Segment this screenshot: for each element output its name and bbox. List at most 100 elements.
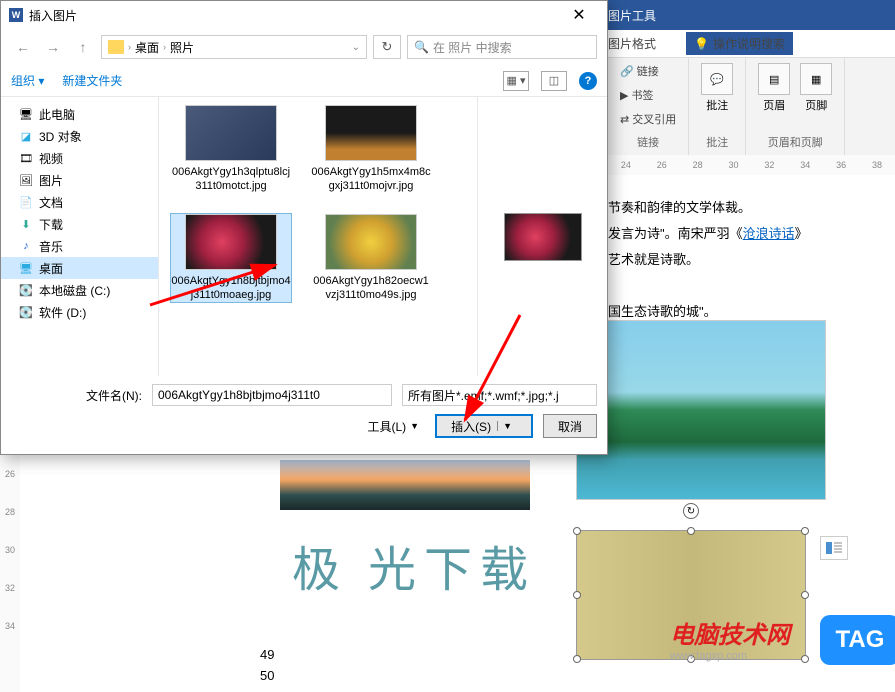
- chevron-right-icon: ›: [163, 42, 166, 52]
- file-item[interactable]: 006AkgtYgy1h3qlptu8lcj311t0motct.jpg: [171, 105, 291, 194]
- navigation-tree: 🖥此电脑 ◪3D 对象 🎞视频 🖼图片 📄文档 ⬇下载 ♪音乐 🖥桌面 💽本地磁…: [1, 97, 159, 376]
- view-mode-button[interactable]: ▦ ▾: [503, 71, 529, 91]
- ribbon-context-tab: 图片工具: [608, 7, 656, 24]
- tools-button[interactable]: 工具(L) ▼: [361, 415, 425, 437]
- tab-picture-format[interactable]: 图片格式: [608, 35, 656, 52]
- comments-group: 💬 批注 批注: [689, 58, 746, 155]
- page-number: 50: [260, 666, 274, 687]
- hyperlink[interactable]: 沧浪诗话: [743, 226, 795, 241]
- header-icon: ▤: [758, 63, 790, 95]
- tree-item-documents[interactable]: 📄文档: [1, 191, 158, 213]
- tree-item-videos[interactable]: 🎞视频: [1, 147, 158, 169]
- filetype-select[interactable]: 所有图片*.emf;*.wmf;*.jpg;*.j: [402, 384, 597, 406]
- filename-input[interactable]: [152, 384, 392, 406]
- tree-item-drive-d[interactable]: 💽软件 (D:): [1, 301, 158, 323]
- resize-handle-ne[interactable]: [801, 527, 809, 535]
- tree-item-3d[interactable]: ◪3D 对象: [1, 125, 158, 147]
- resize-handle-w[interactable]: [573, 591, 581, 599]
- layout-options-button[interactable]: [820, 536, 848, 560]
- drive-icon: 💽: [19, 305, 33, 319]
- footer-icon: ▦: [800, 63, 832, 95]
- cube-icon: ◪: [19, 129, 33, 143]
- page-number: 49: [260, 645, 274, 666]
- search-placeholder: 在 照片 中搜索: [433, 39, 512, 56]
- footer-button[interactable]: ▦ 页脚: [800, 63, 832, 113]
- tree-item-this-pc[interactable]: 🖥此电脑: [1, 103, 158, 125]
- new-folder-button[interactable]: 新建文件夹: [62, 72, 122, 89]
- tree-item-desktop[interactable]: 🖥桌面: [1, 257, 158, 279]
- lightbulb-icon: 💡: [694, 37, 709, 51]
- tag-badge: TAG: [820, 615, 895, 665]
- link-icon: 🔗: [620, 65, 634, 78]
- file-name: 006AkgtYgy1h5mx4m8cgxj311t0mojvr.jpg: [311, 165, 431, 194]
- document-image-lake[interactable]: [576, 320, 826, 500]
- chevron-down-icon[interactable]: ▼: [497, 421, 517, 431]
- word-icon: W: [9, 8, 23, 22]
- link-button[interactable]: 🔗链接: [620, 63, 659, 79]
- brand-watermark: 电脑技术网: [670, 615, 790, 650]
- organize-button[interactable]: 组织 ▾: [11, 72, 44, 89]
- text-line: 节奏和韵律的文学体裁。: [608, 195, 808, 221]
- breadcrumb-item[interactable]: 照片: [170, 39, 194, 56]
- insert-picture-dialog: W 插入图片 ✕ ← → ↑ › 桌面 › 照片 ⌄ ↻ 🔍 在 照片 中搜索 …: [0, 0, 608, 455]
- file-thumbnail: [325, 214, 417, 270]
- hf-group-label: 页眉和页脚: [768, 134, 823, 150]
- dialog-body: 🖥此电脑 ◪3D 对象 🎞视频 🖼图片 📄文档 ⬇下载 ♪音乐 🖥桌面 💽本地磁…: [1, 97, 607, 376]
- picture-icon: 🖼: [19, 173, 33, 187]
- tree-item-pictures[interactable]: 🖼图片: [1, 169, 158, 191]
- preview-pane: [477, 97, 607, 376]
- file-list[interactable]: 006AkgtYgy1h3qlptu8lcj311t0motct.jpg 006…: [159, 97, 477, 376]
- preview-toggle-button[interactable]: ◫: [541, 71, 567, 91]
- tree-item-drive-c[interactable]: 💽本地磁盘 (C:): [1, 279, 158, 301]
- dialog-title: 插入图片: [29, 7, 77, 24]
- download-icon: ⬇: [19, 217, 33, 231]
- brand-url: www.tagxp.com: [670, 650, 747, 662]
- search-input[interactable]: 🔍 在 照片 中搜索: [407, 35, 597, 59]
- resize-handle-nw[interactable]: [573, 527, 581, 535]
- tell-me-search[interactable]: 💡 操作说明搜索: [686, 32, 793, 55]
- resize-handle-n[interactable]: [687, 527, 695, 535]
- help-button[interactable]: ?: [579, 72, 597, 90]
- comment-icon: 💬: [701, 63, 733, 95]
- file-thumbnail: [185, 214, 277, 270]
- text-line: 发言为诗"。南宋严羽《沧浪诗话》: [608, 221, 808, 247]
- forward-button[interactable]: →: [41, 35, 65, 59]
- crossref-icon: ⇄: [620, 113, 629, 126]
- music-icon: ♪: [19, 239, 33, 253]
- breadcrumb-item[interactable]: 桌面: [135, 39, 159, 56]
- filename-label: 文件名(N):: [86, 387, 142, 404]
- up-button[interactable]: ↑: [71, 35, 95, 59]
- file-name: 006AkgtYgy1h82oecw1vzj311t0mo49s.jpg: [311, 274, 431, 303]
- resize-handle-se[interactable]: [801, 655, 809, 663]
- breadcrumb[interactable]: › 桌面 › 照片 ⌄: [101, 35, 367, 59]
- preview-image: [504, 213, 582, 261]
- file-item[interactable]: 006AkgtYgy1h5mx4m8cgxj311t0mojvr.jpg: [311, 105, 431, 194]
- back-button[interactable]: ←: [11, 35, 35, 59]
- rotate-handle[interactable]: ↻: [683, 503, 699, 519]
- dialog-titlebar[interactable]: W 插入图片 ✕: [1, 1, 607, 29]
- document-image-sunset[interactable]: [280, 460, 530, 510]
- chevron-right-icon: ›: [128, 42, 131, 52]
- video-icon: 🎞: [19, 151, 33, 165]
- pc-icon: 🖥: [19, 107, 33, 121]
- crossref-button[interactable]: ⇄交叉引用: [620, 111, 676, 127]
- folder-icon: [108, 40, 124, 54]
- close-button[interactable]: ✕: [559, 5, 599, 25]
- insert-button[interactable]: 插入(S)▼: [435, 414, 533, 438]
- comment-button[interactable]: 💬 批注: [701, 63, 733, 113]
- refresh-button[interactable]: ↻: [373, 35, 401, 59]
- header-button[interactable]: ▤ 页眉: [758, 63, 790, 113]
- chevron-down-icon[interactable]: ⌄: [352, 42, 360, 53]
- resize-handle-e[interactable]: [801, 591, 809, 599]
- watermark-text: 极 光下载: [292, 530, 536, 600]
- document-icon: 📄: [19, 195, 33, 209]
- resize-handle-sw[interactable]: [573, 655, 581, 663]
- tree-item-music[interactable]: ♪音乐: [1, 235, 158, 257]
- tree-item-downloads[interactable]: ⬇下载: [1, 213, 158, 235]
- cancel-button[interactable]: 取消: [543, 414, 597, 438]
- bookmark-button[interactable]: ▶书签: [620, 87, 653, 103]
- file-item[interactable]: 006AkgtYgy1h82oecw1vzj311t0mo49s.jpg: [311, 214, 431, 303]
- file-item-selected[interactable]: 006AkgtYgy1h8bjtbjmo4j311t0moaeg.jpg: [171, 214, 291, 303]
- links-group: 🔗链接 ▶书签 ⇄交叉引用 链接: [608, 58, 689, 155]
- desktop-icon: 🖥: [19, 261, 33, 275]
